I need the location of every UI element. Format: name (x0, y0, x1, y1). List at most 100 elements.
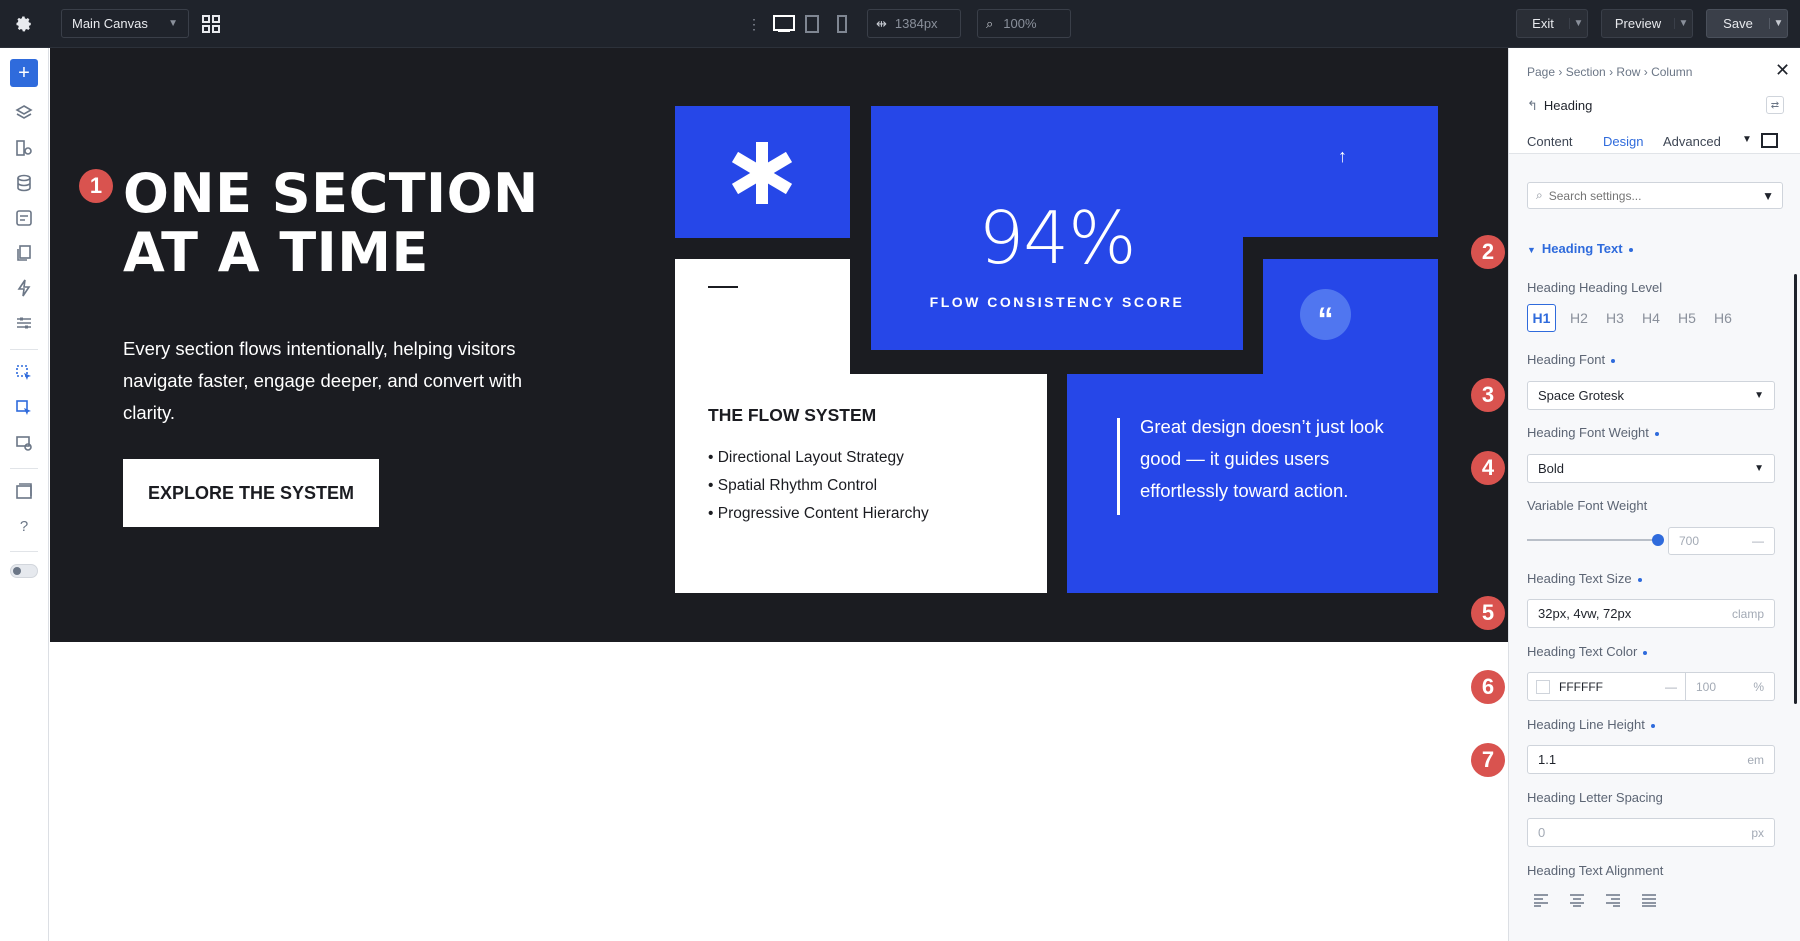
lightning-icon[interactable] (12, 276, 36, 300)
settings-sliders-icon[interactable] (12, 311, 36, 335)
size-unit[interactable]: clamp (1732, 607, 1764, 621)
hero-section[interactable]: 1 ONE SECTION AT A TIME Every section fl… (50, 48, 1508, 642)
list-item: • Directional Layout Strategy (708, 449, 904, 466)
flow-list: • Directional Layout Strategy • Spatial … (708, 444, 929, 528)
level-h3-button[interactable]: H3 (1606, 304, 1628, 332)
level-h4-button[interactable]: H4 (1642, 304, 1664, 332)
line-height-unit[interactable]: em (1747, 753, 1764, 767)
explore-button[interactable]: EXPLORE THE SYSTEM (123, 459, 379, 527)
variable-weight-value: 700 (1679, 534, 1700, 548)
level-h5-button[interactable]: H5 (1678, 304, 1700, 332)
color-field[interactable]: FFFFFF — (1527, 672, 1686, 701)
alignment-label: Heading Text Alignment (1527, 863, 1664, 878)
weight-value: Bold (1538, 461, 1565, 476)
canvas-select[interactable]: Main Canvas ▼ (61, 9, 189, 38)
zoom-search-icon: ⌕ (986, 15, 994, 31)
font-select[interactable]: Space Grotesk ▼ (1527, 381, 1775, 410)
canvas-width-value: 1384px (894, 16, 938, 31)
color-value: FFFFFF (1559, 679, 1603, 694)
variable-weight-label: Variable Font Weight (1527, 498, 1648, 513)
canvas-width-field[interactable]: ⇹ 1384px (867, 9, 961, 38)
weight-slider-handle[interactable] (1652, 534, 1664, 546)
chevron-down-icon: ▼ (1754, 390, 1764, 401)
panel-options-icon[interactable]: ⇄ (1766, 96, 1784, 114)
pages-icon[interactable] (12, 241, 36, 265)
form-icon[interactable] (12, 206, 36, 230)
breadcrumb-page[interactable]: Page (1527, 65, 1555, 79)
filter-icon[interactable]: ▼ (1762, 189, 1774, 203)
annotation-badge: 5 (1471, 596, 1505, 630)
align-justify-icon[interactable] (1641, 893, 1657, 907)
asterisk-icon (731, 142, 793, 204)
settings-search[interactable]: ⌕ ▼ (1527, 182, 1783, 209)
preset-square-icon[interactable] (1761, 133, 1778, 148)
element-title: Heading (1543, 98, 1593, 113)
breadcrumb-section[interactable]: Section (1566, 65, 1606, 79)
line-height-field[interactable]: 1.1 em (1527, 745, 1775, 774)
dash-unit: — (1665, 679, 1677, 694)
add-element-button[interactable]: + (10, 59, 38, 87)
zoom-field[interactable]: ⌕ 100% (977, 9, 1071, 38)
empty-canvas-area[interactable] (50, 642, 1508, 941)
chevron-down-icon: ▼ (1754, 463, 1764, 474)
close-icon[interactable]: ✕ (1775, 60, 1790, 81)
multi-select-icon[interactable] (12, 396, 36, 420)
align-center-icon[interactable] (1569, 893, 1585, 907)
level-h1-button[interactable]: H1 (1527, 304, 1556, 332)
select-tool-icon[interactable] (12, 361, 36, 385)
quote-icon: “ (1300, 289, 1351, 340)
grid-view-icon[interactable] (199, 12, 223, 36)
zoom-value: 100% (1003, 16, 1037, 31)
back-arrow-icon[interactable]: ↰ (1527, 98, 1538, 113)
variable-weight-field[interactable]: 700 — (1668, 527, 1775, 555)
tab-advanced[interactable]: Advanced (1663, 134, 1721, 149)
library-icon[interactable] (12, 479, 36, 503)
width-arrows-icon: ⇹ (876, 15, 887, 31)
preview-button[interactable]: Preview (1602, 16, 1674, 31)
weight-label: Heading Font Weight (1527, 425, 1659, 440)
panel-scrollbar[interactable] (1794, 274, 1797, 704)
weight-slider-track[interactable] (1527, 539, 1659, 541)
group-heading-text[interactable]: ▼ Heading Text (1527, 241, 1633, 256)
tablet-view-icon[interactable] (800, 12, 824, 36)
help-icon[interactable]: ? (12, 514, 36, 538)
quote-text: Great design doesn’t just look good — it… (1140, 416, 1384, 501)
theme-toggle[interactable] (10, 564, 38, 578)
list-item: • Spatial Rhythm Control (708, 477, 878, 494)
database-icon[interactable] (12, 171, 36, 195)
flow-card-title: THE FLOW SYSTEM (708, 405, 877, 425)
save-button[interactable]: Save (1707, 16, 1769, 31)
weight-select[interactable]: Bold ▼ (1527, 454, 1775, 483)
tab-content[interactable]: Content (1527, 134, 1573, 149)
save-button-group: Save ▼ (1706, 9, 1788, 38)
settings-gear-icon[interactable] (12, 12, 36, 36)
align-right-icon[interactable] (1605, 893, 1621, 907)
asterisk-card (675, 106, 850, 238)
more-options-icon[interactable]: ⋮ (747, 12, 761, 36)
search-input[interactable] (1548, 188, 1739, 203)
phone-view-icon[interactable] (830, 12, 854, 36)
save-dropdown-icon[interactable]: ▼ (1769, 18, 1787, 29)
letter-spacing-unit[interactable]: px (1751, 826, 1764, 840)
responsive-view-icon[interactable] (12, 431, 36, 455)
exit-button[interactable]: Exit (1517, 16, 1569, 31)
letter-spacing-value: 0 (1538, 825, 1546, 840)
design-presets-icon[interactable] (12, 136, 36, 160)
opacity-field[interactable]: 100% (1686, 672, 1775, 701)
preview-dropdown-icon[interactable]: ▼ (1674, 18, 1692, 29)
letter-spacing-field[interactable]: 0 px (1527, 818, 1775, 847)
breadcrumb-row[interactable]: Row (1616, 65, 1640, 79)
desktop-view-icon[interactable] (772, 12, 796, 36)
hero-heading[interactable]: ONE SECTION AT A TIME (123, 164, 593, 283)
color-swatch[interactable] (1536, 679, 1550, 694)
level-h6-button[interactable]: H6 (1714, 304, 1736, 332)
tabs-dropdown-icon[interactable]: ▼ (1742, 134, 1752, 145)
size-field[interactable]: 32px, 4vw, 72px clamp (1527, 599, 1775, 628)
align-left-icon[interactable] (1533, 893, 1549, 907)
breadcrumb-column[interactable]: Column (1651, 65, 1692, 79)
annotation-badge: 3 (1471, 378, 1505, 412)
list-item: • Progressive Content Hierarchy (708, 505, 929, 522)
exit-dropdown-icon[interactable]: ▼ (1569, 18, 1587, 29)
level-h2-button[interactable]: H2 (1570, 304, 1592, 332)
layers-icon[interactable] (12, 101, 36, 125)
